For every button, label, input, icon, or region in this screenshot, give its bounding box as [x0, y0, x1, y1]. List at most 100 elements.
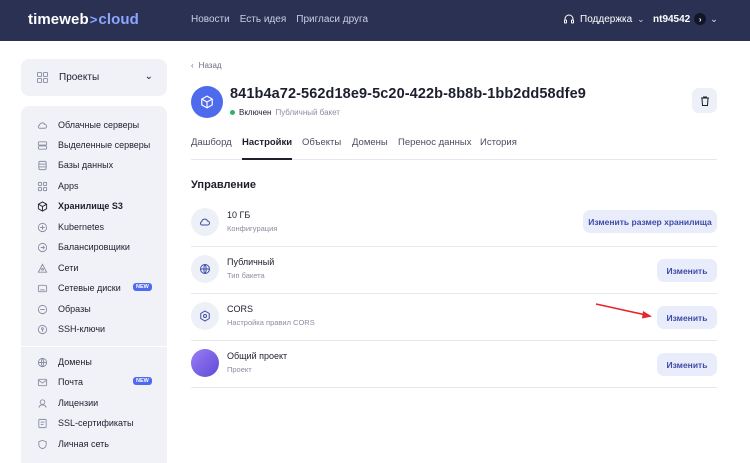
sidebar-item-label: Почта	[58, 377, 83, 387]
gear-icon	[191, 302, 219, 330]
change-project-button[interactable]: Изменить	[657, 353, 717, 376]
sidebar-item-apps[interactable]: Apps	[37, 179, 157, 193]
nav-news-link[interactable]: Новости	[191, 14, 230, 25]
logo[interactable]: timeweb > cloud	[28, 11, 139, 28]
headset-icon	[564, 14, 574, 24]
sidebar-item-label: Сетевые диски	[58, 283, 121, 293]
delete-button[interactable]	[692, 88, 717, 113]
sidebar-item-label: Балансировщики	[58, 242, 130, 252]
tab-history[interactable]: История	[480, 137, 517, 160]
image-icon	[37, 304, 48, 314]
project-avatar	[191, 349, 219, 377]
change-size-button[interactable]: Изменить размер хранилища	[583, 210, 717, 233]
sidebar-item-dedicated-servers[interactable]: Выделенные серверы	[37, 138, 157, 152]
nav-idea-link[interactable]: Есть идея	[240, 14, 287, 25]
sidebar-item-kubernetes[interactable]: Kubernetes	[37, 220, 157, 234]
disk-icon	[37, 284, 48, 292]
key-icon	[37, 324, 48, 334]
sidebar-item-domains[interactable]: Домены	[37, 355, 157, 369]
row-subtitle: Проект	[227, 365, 252, 374]
sidebar-item-images[interactable]: Образы	[37, 302, 157, 316]
network-icon	[37, 262, 48, 273]
sidebar-item-s3-storage[interactable]: Хранилище S3	[37, 199, 157, 213]
tab-data-transfer[interactable]: Перенос данных	[398, 137, 472, 160]
cloud-icon	[37, 121, 48, 129]
tab-dashboard[interactable]: Дашборд	[191, 137, 232, 160]
sidebar-divider	[21, 346, 167, 347]
row-title: Публичный	[227, 257, 275, 267]
back-link[interactable]: ‹ Назад	[191, 61, 222, 70]
nav-invite-link[interactable]: Пригласи друга	[296, 14, 368, 25]
top-nav: Новости Есть идея Пригласи друга	[191, 14, 378, 25]
sidebar-item-balancers[interactable]: Балансировщики	[37, 240, 157, 254]
logo-chevron-icon: >	[89, 12, 98, 27]
logo-accent-text: cloud	[98, 11, 139, 28]
sidebar-item-label: Выделенные серверы	[58, 140, 151, 150]
change-type-button[interactable]: Изменить	[657, 259, 717, 282]
sidebar-item-cloud-servers[interactable]: Облачные серверы	[37, 118, 157, 132]
settings-row-project: Общий проект Проект Изменить	[191, 341, 717, 388]
server-icon	[37, 140, 48, 150]
sidebar-item-label: Apps	[58, 181, 79, 191]
sidebar-item-ssl-certificates[interactable]: SSL-сертификаты	[37, 416, 157, 430]
bucket-avatar	[191, 86, 223, 118]
section-title: Управление	[191, 179, 257, 191]
projects-label: Проекты	[59, 72, 100, 83]
sidebar-item-label: Kubernetes	[58, 222, 105, 232]
bucket-type: Публичный бакет	[275, 108, 340, 117]
sidebar-item-licenses[interactable]: Лицензии	[37, 396, 157, 410]
license-icon	[38, 398, 47, 408]
sidebar-item-label: Сети	[58, 263, 79, 273]
new-badge: NEW	[133, 283, 152, 291]
status-badge: Включен	[239, 108, 272, 117]
cloud-icon	[191, 208, 219, 236]
kubernetes-icon	[37, 222, 48, 232]
settings-row-type: Публичный Тип бакета Изменить	[191, 247, 717, 294]
cube-icon	[201, 95, 213, 109]
chevron-down-icon: ⌄	[637, 13, 645, 24]
sidebar-item-label: Облачные серверы	[58, 120, 140, 130]
back-label: Назад	[198, 61, 222, 70]
row-title: CORS	[227, 304, 254, 314]
chevron-right-icon: ›	[694, 13, 707, 25]
apps-icon	[37, 181, 48, 191]
sidebar-item-ssh-keys[interactable]: SSH-ключи	[37, 322, 157, 336]
annotation-arrow-icon	[595, 303, 652, 319]
sidebar-item-network-disks[interactable]: Сетевые диски NEW	[37, 281, 157, 295]
row-title: 10 ГБ	[227, 210, 251, 220]
chevron-down-icon: ⌄	[710, 13, 718, 24]
tab-settings[interactable]: Настройки	[242, 137, 293, 160]
database-icon	[38, 160, 47, 170]
tab-domains[interactable]: Домены	[352, 137, 388, 160]
sidebar-item-networks[interactable]: Сети	[37, 261, 157, 275]
shield-icon	[38, 439, 47, 449]
sidebar-item-label: Хранилище S3	[58, 201, 123, 211]
top-bar: timeweb > cloud Новости Есть идея Пригласи…	[0, 0, 750, 41]
username: nt94542	[653, 13, 691, 25]
certificate-icon	[38, 418, 47, 428]
status-line: Включен Публичный бакет	[230, 108, 340, 117]
trash-icon	[700, 96, 709, 106]
cube-icon	[37, 200, 48, 212]
row-subtitle: Тип бакета	[227, 271, 265, 280]
sidebar-item-databases[interactable]: Базы данных	[37, 158, 157, 172]
support-menu[interactable]: Поддержка ⌄	[563, 13, 645, 25]
tab-objects[interactable]: Объекты	[302, 137, 341, 160]
tab-bar: Дашборд Настройки Объекты Домены Перенос…	[191, 136, 717, 160]
row-subtitle: Конфигурация	[227, 224, 278, 233]
page-title: 841b4a72-562d18e9-5c20-422b-8b8b-1bb2dd5…	[230, 86, 586, 102]
projects-selector[interactable]: Проекты ⌄	[21, 59, 167, 96]
sidebar-item-label: SSH-ключи	[58, 324, 106, 334]
logo-main-text: timeweb	[28, 11, 89, 28]
globe-icon	[191, 255, 219, 283]
settings-row-size: 10 ГБ Конфигурация Изменить размер храни…	[191, 200, 717, 247]
sidebar-item-mail[interactable]: Почта NEW	[37, 375, 157, 389]
new-badge: NEW	[133, 377, 152, 385]
sidebar-item-private-network[interactable]: Личная сеть	[37, 437, 157, 451]
globe-icon	[37, 357, 48, 367]
sidebar-item-label: Лицензии	[58, 398, 99, 408]
sidebar-item-label: SSL-сертификаты	[58, 418, 134, 428]
sidebar-menu: Облачные серверы Выделенные серверы Базы…	[21, 106, 167, 463]
change-cors-button[interactable]: Изменить	[657, 306, 717, 329]
user-menu[interactable]: nt94542 › ⌄	[653, 13, 718, 25]
